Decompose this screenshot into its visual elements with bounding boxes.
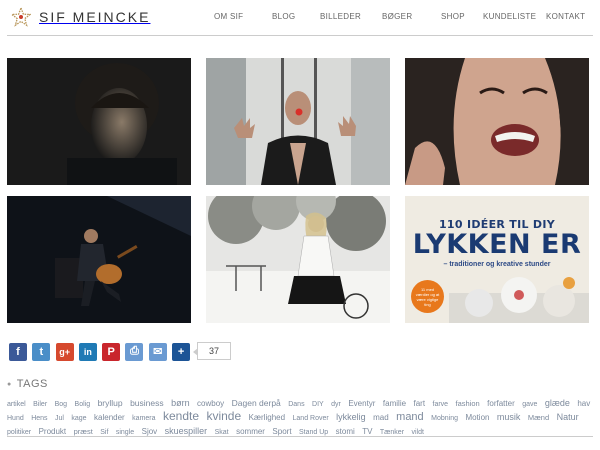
linkedin-share-button[interactable]: in <box>78 342 97 361</box>
nav-item-boger[interactable]: BØGER <box>382 12 412 21</box>
tags-heading: ● TAGS <box>7 378 48 390</box>
tag-link[interactable]: børn <box>171 398 190 408</box>
tag-link[interactable]: musik <box>497 412 521 422</box>
tag-link[interactable]: bryllup <box>98 398 123 408</box>
tag-link[interactable]: Biler <box>33 401 47 408</box>
tag-link[interactable]: fashion <box>456 399 480 408</box>
facebook-icon: f <box>16 345 20 358</box>
tag-link[interactable]: Jul <box>55 415 64 422</box>
tag-link[interactable]: sommer <box>236 427 265 436</box>
more-share-button[interactable]: + <box>172 342 191 361</box>
tag-link[interactable]: farve <box>433 401 449 408</box>
tag-link[interactable]: Sport <box>272 427 291 436</box>
tag-link[interactable]: mand <box>396 411 424 423</box>
share-count: 37 <box>193 342 231 360</box>
more-share-icon: + <box>177 345 185 358</box>
pinterest-share-button[interactable]: P <box>102 342 121 361</box>
tag-link[interactable]: Dans <box>288 401 304 408</box>
tag-link[interactable]: DIY <box>312 401 324 408</box>
tag-link[interactable]: Kærlighed <box>249 413 285 422</box>
tag-link[interactable]: single <box>116 429 134 436</box>
tag-link[interactable]: gave <box>522 401 537 408</box>
tag-link[interactable]: Tænker <box>380 429 404 436</box>
tag-link[interactable]: skuespiller <box>165 426 208 436</box>
main-nav: OM SIF BLOG BILLEDER BØGER SHOP KUNDELIS… <box>0 12 600 26</box>
twitter-icon: t <box>39 345 44 358</box>
tag-link[interactable]: Mænd <box>528 413 549 422</box>
google-plus-share-button[interactable]: g+ <box>55 342 74 361</box>
book-title-line2: LYKKEN ER <box>412 229 582 260</box>
tag-link[interactable]: Sjov <box>142 427 158 436</box>
gallery-photo-woman-garden[interactable] <box>206 196 390 323</box>
tag-link[interactable]: kendte <box>163 409 199 423</box>
tag-link[interactable]: stomi <box>336 427 355 436</box>
nav-item-shop[interactable]: SHOP <box>441 12 465 21</box>
tag-link[interactable]: Mobning <box>431 415 458 422</box>
book-subtitle: – traditioner og kreative stunder <box>443 261 551 268</box>
nav-item-blog[interactable]: BLOG <box>272 12 295 21</box>
tag-link[interactable]: Bolig <box>75 401 91 408</box>
book-cover-illustration <box>449 277 589 323</box>
gallery-photo-clown-nose[interactable] <box>206 58 390 185</box>
gallery-book-cover[interactable]: 110 IDÉER TIL DIY LYKKEN ER – traditione… <box>405 196 589 323</box>
share-bar: f t g+ in P ⎙ ✉ + <box>9 342 195 361</box>
tag-link[interactable]: Land Rover <box>293 415 329 422</box>
tag-link[interactable]: præst <box>74 427 93 436</box>
nav-item-om-sif[interactable]: OM SIF <box>214 12 243 21</box>
email-icon: ✉ <box>153 346 163 358</box>
tag-link[interactable]: familie <box>383 399 406 408</box>
header-divider <box>7 35 593 36</box>
tag-link[interactable]: Sif <box>100 429 108 436</box>
linkedin-icon: in <box>83 346 92 357</box>
tag-link[interactable]: forfatter <box>487 399 515 408</box>
tag-link[interactable]: Skat <box>215 429 229 436</box>
tag-link[interactable]: kamera <box>132 415 155 422</box>
tags-heading-label: TAGS <box>16 378 48 390</box>
facebook-share-button[interactable]: f <box>9 342 27 361</box>
tag-link[interactable]: Produkt <box>39 427 67 436</box>
nav-item-billeder[interactable]: BILLEDER <box>320 12 361 21</box>
google-plus-icon: g+ <box>59 346 70 357</box>
tag-link[interactable]: Stand Up <box>299 429 328 436</box>
tag-link[interactable]: Hund <box>7 415 24 422</box>
gallery-photo-guitarist[interactable] <box>7 196 191 323</box>
tag-link[interactable]: politiker <box>7 429 31 436</box>
tag-link[interactable]: Bog <box>55 401 67 408</box>
nav-item-kundeliste[interactable]: KUNDELISTE <box>483 12 536 21</box>
twitter-share-button[interactable]: t <box>32 342 51 361</box>
print-icon: ⎙ <box>130 345 139 357</box>
tag-link[interactable]: Dagen derpå <box>232 398 281 408</box>
tag-link[interactable]: Eventyr <box>348 399 375 408</box>
tag-cloud: artikel Biler Bog Bolig bryllup business… <box>7 396 595 438</box>
print-button[interactable]: ⎙ <box>125 342 144 361</box>
gallery-photo-man-portrait[interactable] <box>7 58 191 185</box>
tag-link[interactable]: artikel <box>7 401 26 408</box>
bullet-icon: ● <box>7 380 12 388</box>
tag-link[interactable]: kage <box>71 415 86 422</box>
footer-divider <box>7 436 593 437</box>
tag-link[interactable]: fart <box>414 399 426 408</box>
nav-item-kontakt[interactable]: KONTAKT <box>546 12 585 21</box>
tag-link[interactable]: cowboy <box>197 399 224 408</box>
tag-link[interactable]: Motion <box>465 413 489 422</box>
tag-link[interactable]: hav <box>577 399 590 408</box>
tag-link[interactable]: business <box>130 398 164 408</box>
pinterest-icon: P <box>107 345 115 358</box>
tag-link[interactable]: lykkelig <box>336 412 366 422</box>
tag-link[interactable]: kvinde <box>206 409 241 423</box>
email-share-button[interactable]: ✉ <box>148 342 167 361</box>
tag-link[interactable]: vildt <box>411 429 423 436</box>
tag-link[interactable]: Natur <box>557 412 579 422</box>
book-badge: 11 med værdier og at være vigtige ting <box>411 280 444 313</box>
tag-link[interactable]: TV <box>362 427 372 436</box>
tag-link[interactable]: glæde <box>545 398 570 408</box>
gallery-photo-laughing-woman[interactable] <box>405 58 589 185</box>
tag-link[interactable]: dyr <box>331 401 341 408</box>
tag-link[interactable]: kalender <box>94 413 125 422</box>
tag-link[interactable]: Hens <box>31 415 47 422</box>
tag-link[interactable]: mad <box>373 413 389 422</box>
